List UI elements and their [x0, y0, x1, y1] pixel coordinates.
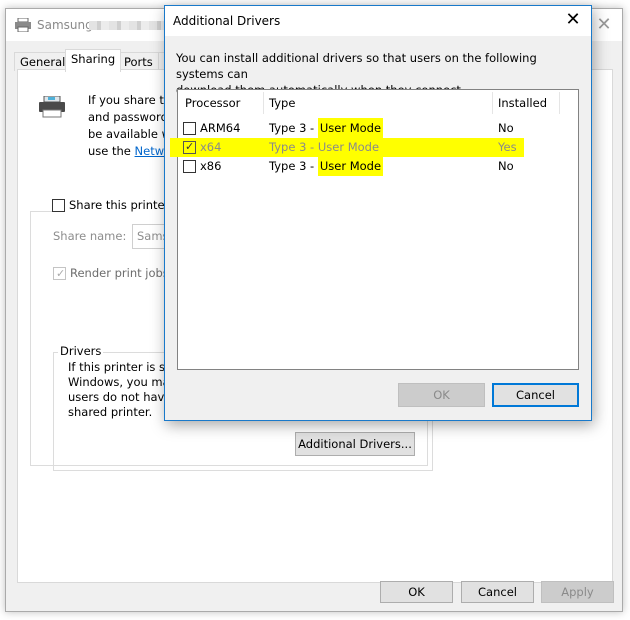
column-separator[interactable] [492, 92, 493, 114]
share-name-label: Share name: [53, 229, 127, 243]
processor-cell: x86 [200, 159, 222, 173]
dialog-title: Additional Drivers [173, 14, 281, 28]
drivers-line: shared printer. [68, 405, 153, 419]
apply-button[interactable]: Apply [541, 581, 614, 603]
column-separator[interactable] [263, 92, 264, 114]
column-header-installed[interactable]: Installed [498, 90, 547, 116]
processor-cell: x64 [200, 140, 222, 154]
additional-drivers-button[interactable]: Additional Drivers... [295, 432, 415, 456]
processor-cell: ARM64 [200, 121, 241, 135]
additional-drivers-dialog: Additional Drivers ✕ You can install add… [164, 5, 592, 421]
checkbox-label: Share this printer [69, 198, 170, 212]
cancel-button[interactable]: Cancel [461, 581, 534, 603]
check-icon: ✓ [185, 140, 195, 153]
printer-icon [14, 17, 32, 35]
ok-button[interactable]: OK [380, 581, 453, 603]
redacted-title-part [89, 21, 164, 30]
dialog-cancel-button[interactable]: Cancel [492, 383, 579, 407]
description-line: You can install additional drivers so th… [176, 51, 537, 81]
drivers-legend: Drivers [58, 344, 104, 358]
check-icon: ✓ [56, 266, 66, 280]
type-mode-highlight: User Mode [317, 118, 384, 138]
installed-cell: No [498, 121, 514, 135]
type-mode: User Mode [317, 140, 380, 154]
type-prefix: Type 3 - [269, 121, 318, 135]
list-row-arm64[interactable]: ARM64 Type 3 - User Mode No [178, 118, 578, 138]
printer-icon [38, 95, 66, 121]
column-separator[interactable] [559, 92, 560, 114]
drivers-list: Processor Type Installed ARM64 Type 3 - … [170, 89, 579, 370]
checkbox[interactable] [52, 198, 65, 212]
row-checkbox[interactable] [183, 122, 196, 135]
row-checkbox[interactable]: ✓ [183, 140, 196, 154]
drivers-line: Windows, you may [68, 375, 177, 389]
type-cell: Type 3 - User Mode [269, 118, 384, 138]
dialog-ok-button[interactable]: OK [398, 383, 485, 407]
installed-cell: No [498, 159, 514, 173]
type-prefix: Type 3 - [269, 140, 318, 154]
window-title: Samsung [37, 18, 93, 32]
type-cell: Type 3 - User Mode [269, 156, 384, 176]
type-prefix: Type 3 - [269, 159, 318, 173]
checkbox[interactable]: ✓ [53, 266, 66, 280]
intro-text: use the [88, 144, 135, 158]
tab-sharing[interactable]: Sharing [65, 49, 122, 72]
close-icon[interactable]: ✕ [594, 15, 614, 35]
dialog-title-bar: Additional Drivers ✕ [165, 6, 591, 36]
close-icon[interactable]: ✕ [563, 10, 583, 30]
render-print-jobs-checkbox[interactable]: ✓ Render print jobs o [53, 266, 180, 280]
drivers-line: If this printer is shar [68, 360, 178, 374]
list-row-x64[interactable]: ✓ x64 Type 3 - User Mode Yes [170, 138, 578, 157]
drivers-line: users do not have t [68, 390, 178, 404]
share-this-printer-checkbox[interactable]: Share this printer [52, 198, 173, 212]
installed-cell: Yes [498, 140, 517, 154]
drivers-description: If this printer is shar Windows, you may… [68, 360, 178, 420]
column-header-processor[interactable]: Processor [185, 90, 240, 116]
list-row-x86[interactable]: x86 Type 3 - User Mode No [178, 156, 578, 176]
type-mode-highlight: User Mode [317, 156, 384, 176]
type-cell: Type 3 - User Mode [269, 139, 379, 156]
column-header-type[interactable]: Type [269, 90, 295, 116]
row-checkbox[interactable] [183, 160, 196, 173]
